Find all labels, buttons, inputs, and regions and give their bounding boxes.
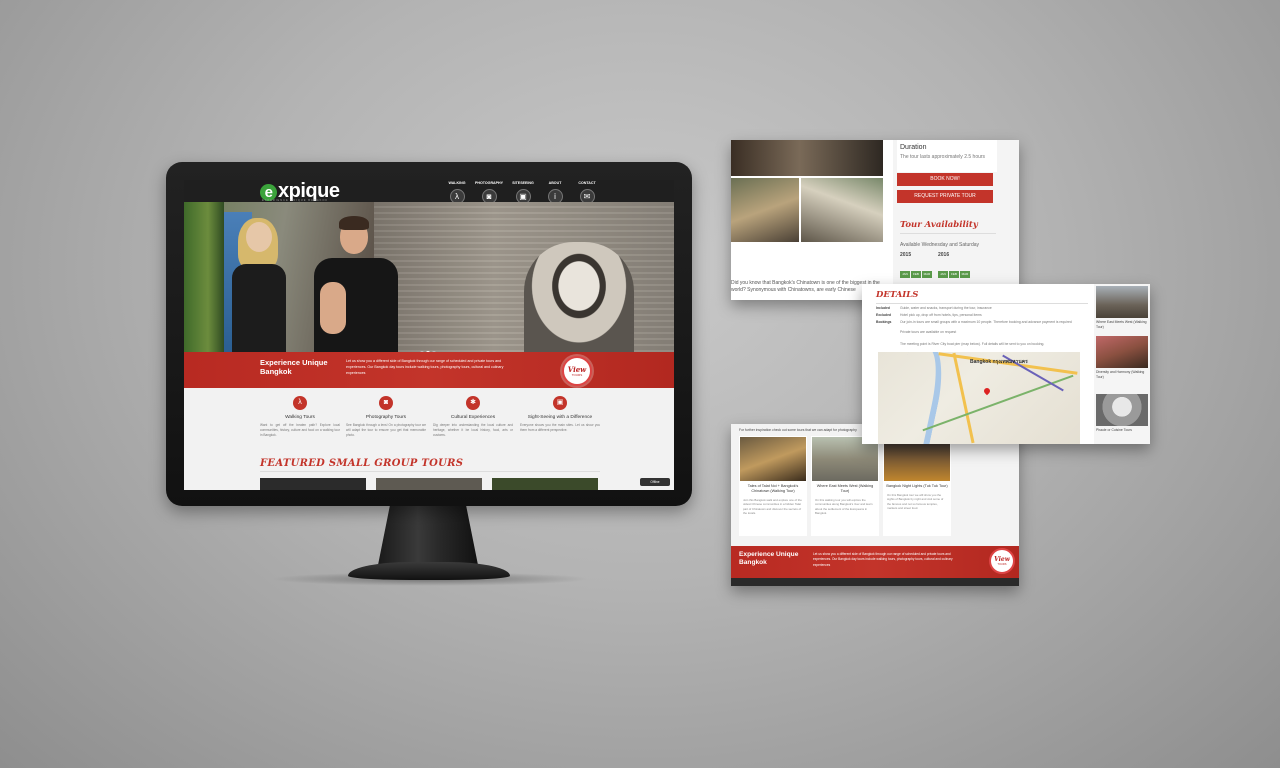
hero-slider[interactable]	[184, 202, 674, 352]
duration-text: The tour lasts approximately 2.5 hours	[900, 154, 986, 160]
featured-tour-thumb[interactable]	[376, 478, 482, 490]
detail-row: Bookings Our join-in tours are small gro…	[876, 320, 1072, 324]
photo-icon: ▣	[553, 396, 567, 410]
listings-intro: For further inspiration check out some t…	[739, 428, 857, 432]
tour-sidebar: Duration The tour lasts approximately 2.…	[893, 140, 1019, 300]
tour-card[interactable]: Where East Meets West (Walking Tour) On …	[811, 436, 879, 536]
desktop-monitor: e xpique EXPERIENCE UNIQUE BANGKOK WALKIN…	[166, 162, 692, 506]
tour-name: Tales of Talat Noi + Bangkok's Chinatown…	[747, 484, 799, 493]
detail-row: Private tours are available on request	[900, 330, 957, 334]
hero-person-woman	[228, 218, 286, 352]
band-title: Experience Unique Bangkok	[739, 551, 799, 566]
band-text: Let us show you a different side of Bang…	[813, 552, 953, 567]
details-list: Included Guide, water and snacks, transp…	[876, 306, 1088, 337]
duration-title: Duration	[900, 144, 927, 151]
map-pin-icon[interactable]	[982, 386, 992, 396]
tour-listings-screenshot: For further inspiration check out some t…	[731, 424, 1019, 586]
related-tour-caption[interactable]: Where East Meets West (Walking Tour)	[1096, 320, 1150, 329]
meeting-point-text: The meeting point is River City boat pie…	[900, 342, 1045, 346]
nav-item-walking[interactable]: WALKING λ	[440, 180, 474, 204]
detail-row: Excluded Hotel pick up, drop off from ho…	[876, 313, 982, 317]
tour-photo	[731, 178, 799, 242]
nav-item-contact[interactable]: CONTACT ✉	[570, 180, 604, 204]
hero-plants	[184, 202, 224, 352]
tour-body-text: Did you know that Bangkok's Chinatown is…	[731, 280, 880, 293]
availability-text: Available Wednesday and Saturday	[900, 242, 980, 248]
walking-icon: λ	[293, 396, 307, 410]
year-2015: 2015	[900, 252, 912, 258]
divider	[900, 233, 996, 234]
map-river	[885, 352, 951, 444]
tour-card[interactable]: Bangkok Night Lights (Tuk Tuk Tour) On t…	[883, 436, 951, 536]
tour-thumbnail	[740, 437, 806, 481]
related-tour-photo[interactable]	[1096, 336, 1148, 368]
tour-photo	[731, 140, 883, 176]
nav-item-about[interactable]: ABOUT i	[538, 180, 572, 204]
divider	[260, 471, 600, 472]
tour-photo	[801, 178, 883, 242]
featured-tour-thumb[interactable]	[492, 478, 598, 490]
related-tour-photo[interactable]	[1096, 286, 1148, 318]
details-title: DETAILS	[876, 290, 919, 300]
tour-name: Where East Meets West (Walking Tour)	[816, 484, 874, 493]
related-tour-caption[interactable]: Diversity and Harmony (Walking Tour)	[1096, 370, 1150, 379]
duration-box: Duration The tour lasts approximately 2.…	[897, 140, 997, 172]
tour-description: Join this Bangkok walk and explore one o…	[743, 498, 802, 516]
availability-title: Tour Availability	[900, 220, 978, 230]
monitor-screen: e xpique EXPERIENCE UNIQUE BANGKOK WALKIN…	[184, 180, 674, 490]
tour-description: On this walking tour you will explore th…	[815, 498, 873, 516]
dancer-icon: ✱	[466, 396, 480, 410]
site-header: e xpique EXPERIENCE UNIQUE BANGKOK WALKIN…	[184, 180, 674, 204]
hero-person-man	[312, 216, 398, 352]
feature-cultural[interactable]: ✱ Cultural Experiences Dig deeper into u…	[433, 396, 513, 438]
featured-tour-thumb[interactable]	[260, 478, 366, 490]
nav-item-siteseeing[interactable]: SITESEEING ▣	[506, 180, 540, 204]
monitor-stand	[378, 505, 478, 565]
intro-band: Experience Unique Bangkok Let us show yo…	[731, 546, 1019, 578]
tour-card[interactable]: Tales of Talat Noi + Bangkok's Chinatown…	[739, 436, 807, 536]
camera-icon: ◙	[379, 396, 393, 410]
site-footer	[731, 578, 1019, 586]
view-tours-button[interactable]: View TOURS	[562, 356, 592, 386]
detail-row: Included Guide, water and snacks, transp…	[876, 306, 992, 310]
offline-badge[interactable]: Offline	[640, 478, 670, 486]
tour-name: Bangkok Night Lights (Tuk Tuk Tour)	[886, 484, 948, 488]
feature-walking[interactable]: λ Walking Tours Want to get off the beat…	[260, 396, 340, 438]
slider-dots[interactable]	[420, 342, 438, 352]
monitor-base	[348, 562, 510, 580]
hero-mural-figure	[524, 242, 634, 352]
feature-photography[interactable]: ◙ Photography Tours See Bangkok through …	[346, 396, 426, 438]
book-now-button[interactable]: BOOK NOW!	[897, 173, 993, 186]
featured-tours-heading: FEATURED SMALL GROUP TOURS	[260, 458, 464, 469]
location-map[interactable]: Bangkok กรุงเทพมหานคร	[878, 352, 1080, 444]
intro-band: Experience Unique Bangkok Let us show yo…	[184, 352, 674, 388]
features-row: λ Walking Tours Want to get off the beat…	[260, 396, 600, 456]
band-title: Experience Unique Bangkok	[260, 358, 328, 376]
feature-sightseeing[interactable]: ▣ Sight-Seeing with a Difference Everyon…	[520, 396, 600, 433]
site-logo[interactable]: e xpique	[260, 181, 340, 201]
related-tours-sidebar: Where East Meets West (Walking Tour) Div…	[1094, 284, 1150, 444]
year-2016: 2016	[938, 252, 950, 258]
nav-item-photography[interactable]: PHOTOGRAPHY ◙	[472, 180, 506, 204]
tour-details-screenshot: DETAILS Included Guide, water and snacks…	[862, 284, 1150, 444]
tour-page-screenshot: Did you know that Bangkok's Chinatown is…	[731, 140, 1019, 300]
tour-description: On this Bangkok tour we will show you th…	[887, 493, 944, 511]
band-text: Let us show you a different side of Bang…	[346, 359, 504, 376]
map-city-label: Bangkok กรุงเทพมหานคร	[970, 359, 1028, 365]
divider	[876, 303, 1088, 304]
view-tours-button[interactable]: View TOURS	[989, 548, 1015, 574]
request-private-tour-button[interactable]: REQUEST PRIVATE TOUR	[897, 190, 993, 203]
related-tour-photo[interactable]	[1096, 394, 1148, 426]
related-tour-caption[interactable]: Phaule or Cuisine Tours	[1096, 428, 1150, 433]
